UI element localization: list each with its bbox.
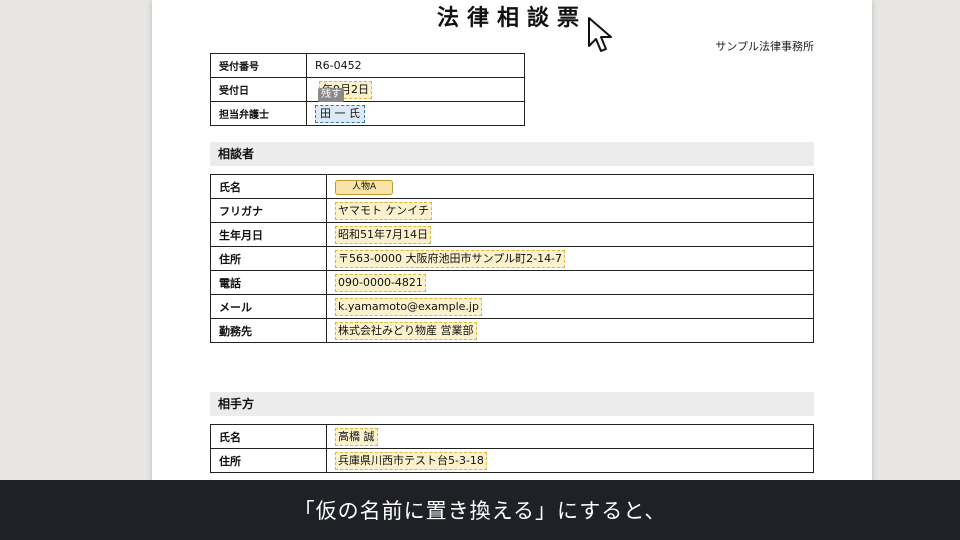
opponent-name-highlight[interactable]: 高橋 誠 <box>335 427 378 446</box>
table-row: 住所 兵庫県川西市テスト台5-3-18 <box>210 448 814 473</box>
phone-label: 電話 <box>210 270 327 295</box>
birthdate-cell: 昭和51年7月14日 <box>326 222 814 247</box>
subtitle-bar: 「仮の名前に置き換える」にすると、 <box>0 480 960 540</box>
table-row: 氏名 人物A <box>210 174 814 199</box>
section-consultant: 相談者 <box>210 142 814 166</box>
birthdate-label: 生年月日 <box>210 222 327 247</box>
phone-cell: 090-0000-4821 <box>326 270 814 295</box>
reception-number-value: R6-0452 <box>306 53 525 78</box>
reception-table: 受付番号 R6-0452 受付日 年9月2日 担当弁護士 田 一 氏 <box>210 53 525 126</box>
section-opponent: 相手方 <box>210 392 814 416</box>
opponent-name-label: 氏名 <box>210 424 327 449</box>
table-row: 担当弁護士 田 一 氏 <box>210 101 525 126</box>
table-row: 住所 〒563-0000 大阪府池田市サンプル町2-14-7 <box>210 246 814 271</box>
name-label: 氏名 <box>210 174 327 199</box>
mouse-pointer-icon <box>588 17 612 52</box>
table-row: 氏名 高橋 誠 <box>210 424 814 449</box>
email-label: メール <box>210 294 327 319</box>
workplace-highlight[interactable]: 株式会社みどり物産 営業部 <box>335 321 477 340</box>
placeholder-name-tag[interactable]: 人物A <box>335 179 394 195</box>
workplace-label: 勤務先 <box>210 318 327 343</box>
opponent-address-cell: 兵庫県川西市テスト台5-3-18 <box>326 448 814 473</box>
table-row: メール k.yamamoto@example.jp <box>210 294 814 319</box>
phone-highlight[interactable]: 090-0000-4821 <box>335 273 426 292</box>
lawyer-highlight[interactable]: 田 一 氏 <box>315 104 365 123</box>
reception-date-label: 受付日 <box>210 77 307 102</box>
name-cell: 人物A <box>326 174 814 199</box>
reception-number-label: 受付番号 <box>210 53 307 78</box>
email-cell: k.yamamoto@example.jp <box>326 294 814 319</box>
consultant-table: 氏名 人物A フリガナ ヤマモト ケンイチ 生年月日 昭和51年7月14日 住所… <box>210 174 814 343</box>
furigana-cell: ヤマモト ケンイチ <box>326 198 814 223</box>
birthdate-highlight[interactable]: 昭和51年7月14日 <box>335 225 431 244</box>
lawyer-cell: 田 一 氏 <box>306 101 525 126</box>
opponent-address-highlight[interactable]: 兵庫県川西市テスト台5-3-18 <box>335 451 487 470</box>
document-title: 法律相談票 <box>436 5 587 31</box>
opponent-address-label: 住所 <box>210 448 327 473</box>
address-label: 住所 <box>210 246 327 271</box>
keep-chip[interactable]: 残す <box>318 88 344 102</box>
opponent-name-cell: 高橋 誠 <box>326 424 814 449</box>
law-firm-name: サンプル法律事務所 <box>715 40 814 53</box>
lawyer-label: 担当弁護士 <box>210 101 307 126</box>
table-row: フリガナ ヤマモト ケンイチ <box>210 198 814 223</box>
subtitle-text: 「仮の名前に置き換える」にすると、 <box>293 499 667 523</box>
furigana-highlight[interactable]: ヤマモト ケンイチ <box>335 201 433 220</box>
table-row: 生年月日 昭和51年7月14日 <box>210 222 814 247</box>
table-row: 受付日 年9月2日 <box>210 77 525 102</box>
email-highlight[interactable]: k.yamamoto@example.jp <box>335 297 482 316</box>
table-row: 受付番号 R6-0452 <box>210 53 525 78</box>
table-row: 電話 090-0000-4821 <box>210 270 814 295</box>
table-row: 勤務先 株式会社みどり物産 営業部 <box>210 318 814 343</box>
address-highlight[interactable]: 〒563-0000 大阪府池田市サンプル町2-14-7 <box>335 249 566 268</box>
opponent-table: 氏名 高橋 誠 住所 兵庫県川西市テスト台5-3-18 <box>210 424 814 473</box>
document-page: 法律相談票 サンプル法律事務所 受付番号 R6-0452 受付日 年9月2日 担… <box>152 0 872 540</box>
address-cell: 〒563-0000 大阪府池田市サンプル町2-14-7 <box>326 246 814 271</box>
workplace-cell: 株式会社みどり物産 営業部 <box>326 318 814 343</box>
furigana-label: フリガナ <box>210 198 327 223</box>
